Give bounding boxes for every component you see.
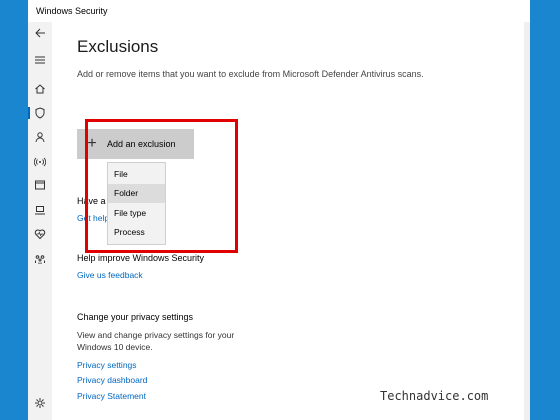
app-browser-icon[interactable] bbox=[28, 176, 52, 194]
red-highlight-box bbox=[85, 119, 238, 253]
windows-security-window: Windows Security Exclusions Add or remov… bbox=[28, 0, 530, 420]
privacy-dashboard-link[interactable]: Privacy dashboard bbox=[77, 375, 147, 385]
scrollbar[interactable] bbox=[524, 22, 530, 420]
settings-gear-icon[interactable] bbox=[28, 394, 52, 412]
network-icon[interactable] bbox=[28, 153, 52, 171]
shield-icon[interactable] bbox=[28, 104, 52, 122]
privacy-settings-link[interactable]: Privacy settings bbox=[77, 360, 137, 370]
main-content: Exclusions Add or remove items that you … bbox=[52, 22, 522, 420]
title-bar: Windows Security bbox=[28, 0, 530, 22]
device-health-icon[interactable] bbox=[28, 225, 52, 243]
home-icon[interactable] bbox=[28, 80, 52, 98]
sidebar bbox=[28, 22, 52, 420]
page-title: Exclusions bbox=[77, 37, 159, 56]
site-watermark: Technadvice.com bbox=[380, 389, 489, 403]
account-icon[interactable] bbox=[28, 128, 52, 146]
page-description: Add or remove items that you want to exc… bbox=[77, 69, 424, 79]
back-arrow-icon[interactable] bbox=[28, 24, 52, 42]
privacy-statement-link[interactable]: Privacy Statement bbox=[77, 391, 146, 401]
device-security-icon[interactable] bbox=[28, 201, 52, 219]
family-icon[interactable] bbox=[28, 250, 52, 268]
window-title: Windows Security bbox=[36, 6, 108, 16]
privacy-heading: Change your privacy settings bbox=[77, 312, 194, 322]
feedback-link[interactable]: Give us feedback bbox=[77, 270, 143, 280]
hamburger-menu-icon[interactable] bbox=[28, 51, 52, 69]
improve-heading: Help improve Windows Security bbox=[77, 253, 205, 263]
privacy-description: View and change privacy settings for you… bbox=[77, 330, 235, 352]
